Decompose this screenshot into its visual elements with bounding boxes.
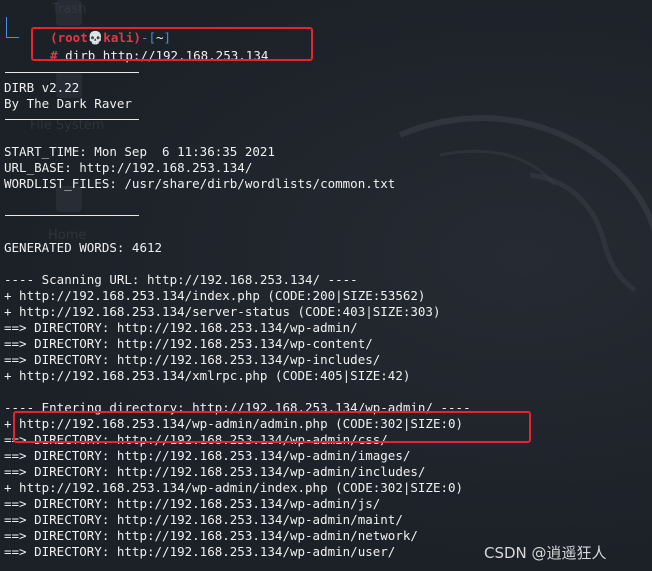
separator-rule — [5, 72, 139, 73]
scan-result-line: + http://192.168.253.134/xmlrpc.php (COD… — [4, 368, 411, 383]
separator-rule — [5, 215, 139, 216]
author-line: By The Dark Raver — [4, 96, 132, 111]
scan-result-line: ==> DIRECTORY: http://192.168.253.134/wp… — [4, 320, 358, 335]
enter-result-line: ==> DIRECTORY: http://192.168.253.134/wp… — [4, 528, 418, 543]
scan-result-line: ==> DIRECTORY: http://192.168.253.134/wp… — [4, 352, 381, 367]
enter-result-line: ==> DIRECTORY: http://192.168.253.134/wp… — [4, 464, 426, 479]
filesystem-label: File System — [30, 118, 105, 133]
kali-dragon-logo — [398, 115, 652, 293]
admin-php-highlight-box — [13, 411, 531, 443]
csdn-watermark: CSDN @逍遥狂人 — [484, 544, 607, 562]
start-time-line: START_TIME: Mon Sep 6 11:36:35 2021 — [4, 144, 275, 159]
scan-header-line: ---- Scanning URL: http://192.168.253.13… — [4, 272, 358, 287]
scan-result-line: + http://192.168.253.134/server-status (… — [4, 304, 441, 319]
scan-result-line: ==> DIRECTORY: http://192.168.253.134/wp… — [4, 336, 373, 351]
terminal-window[interactable]: Trash File System Home (root💀kali)-[~] #… — [0, 0, 652, 571]
scan-result-line: + http://192.168.253.134/index.php (CODE… — [4, 288, 426, 303]
enter-result-line: + http://192.168.253.134/wp-admin/index.… — [4, 480, 464, 495]
enter-result-line: ==> DIRECTORY: http://192.168.253.134/wp… — [4, 544, 396, 559]
command-highlight-box — [31, 27, 313, 61]
prompt-frame — [6, 17, 19, 38]
separator-rule — [5, 119, 139, 120]
url-base-line: URL_BASE: http://192.168.253.134/ — [4, 160, 253, 175]
enter-result-line: ==> DIRECTORY: http://192.168.253.134/wp… — [4, 496, 381, 511]
generated-words-line: GENERATED WORDS: 4612 — [4, 240, 163, 255]
wordlist-line: WORDLIST_FILES: /usr/share/dirb/wordlist… — [4, 176, 396, 191]
enter-result-line: ==> DIRECTORY: http://192.168.253.134/wp… — [4, 512, 403, 527]
version-line: DIRB v2.22 — [4, 80, 80, 95]
enter-result-line: ==> DIRECTORY: http://192.168.253.134/wp… — [4, 448, 411, 463]
